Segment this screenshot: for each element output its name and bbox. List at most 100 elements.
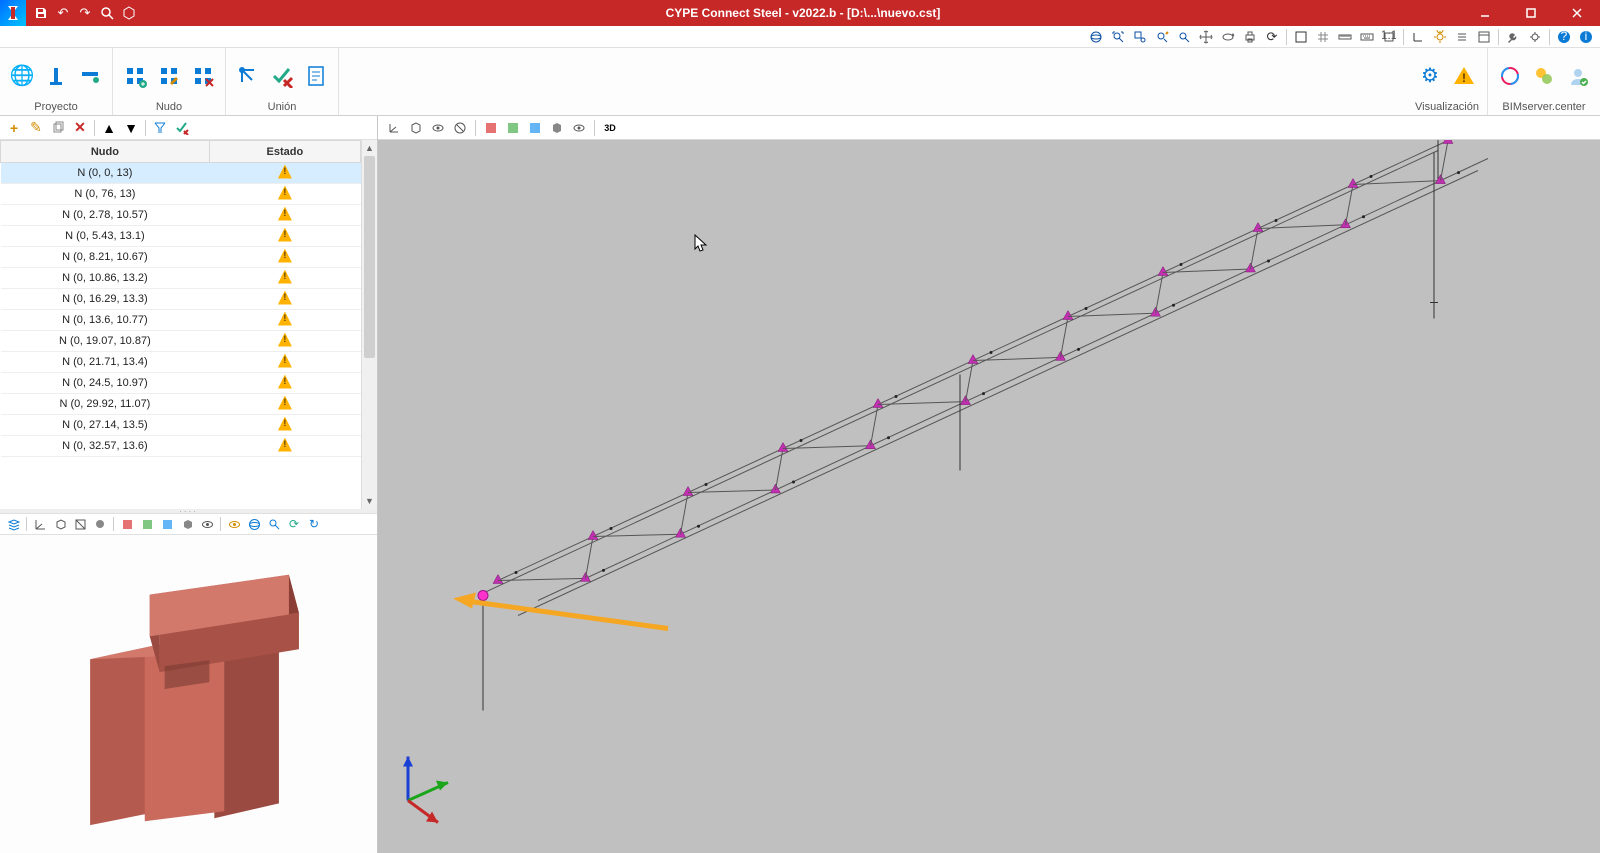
config-icon[interactable] — [1525, 28, 1545, 46]
reset-icon[interactable]: ↻ — [305, 515, 323, 533]
bim-sync-button[interactable] — [1496, 62, 1524, 90]
save-button[interactable] — [32, 4, 50, 22]
table-row[interactable]: N (0, 29.92, 11.07) — [1, 394, 361, 415]
box-button[interactable] — [120, 4, 138, 22]
panel-blue-icon[interactable] — [158, 515, 176, 533]
zoom-icon[interactable] — [225, 515, 243, 533]
scroll-up-icon[interactable]: ▲ — [362, 140, 377, 156]
panel-red-icon[interactable] — [118, 515, 136, 533]
zoom-window-icon[interactable] — [1130, 28, 1150, 46]
panel1-icon[interactable] — [481, 118, 501, 138]
pan-icon[interactable] — [1196, 28, 1216, 46]
refresh-icon[interactable]: ⟳ — [1262, 28, 1282, 46]
validate-icon[interactable] — [172, 118, 192, 138]
column-button[interactable] — [42, 62, 70, 90]
globe-button[interactable]: 🌐 — [8, 62, 36, 90]
eye2-icon[interactable] — [569, 118, 589, 138]
table-row[interactable]: N (0, 16.29, 13.3) — [1, 289, 361, 310]
table-row[interactable]: N (0, 0, 13) — [1, 163, 361, 184]
beam-button[interactable] — [76, 62, 104, 90]
report-button[interactable] — [302, 62, 330, 90]
panel-green-icon[interactable] — [138, 515, 156, 533]
quick-access-toolbar: ↶ ↷ — [26, 4, 144, 22]
wireframe-icon[interactable] — [71, 515, 89, 533]
bim-user-button[interactable] — [1564, 62, 1592, 90]
down-icon[interactable]: ▼ — [121, 118, 141, 138]
info-icon[interactable]: i — [1576, 28, 1596, 46]
orbit-icon[interactable] — [245, 515, 263, 533]
warning-icon — [278, 249, 292, 263]
table-row[interactable]: N (0, 13.6, 10.77) — [1, 310, 361, 331]
minimize-button[interactable] — [1462, 0, 1508, 26]
table-row[interactable]: N (0, 21.71, 13.4) — [1, 352, 361, 373]
orbit-icon[interactable] — [1086, 28, 1106, 46]
list-icon[interactable] — [1452, 28, 1472, 46]
col-nudo[interactable]: Nudo — [1, 141, 210, 163]
cube-icon[interactable] — [178, 515, 196, 533]
node-add-button[interactable] — [121, 62, 149, 90]
zoom-realtime-icon[interactable] — [1174, 28, 1194, 46]
filter-icon[interactable] — [150, 118, 170, 138]
warnings-button[interactable]: ! — [1450, 62, 1478, 90]
grid-icon[interactable] — [1313, 28, 1333, 46]
layers-icon[interactable] — [1474, 28, 1494, 46]
search-button[interactable] — [98, 4, 116, 22]
eye-icon[interactable] — [198, 515, 216, 533]
scroll-down-icon[interactable]: ▼ — [362, 493, 377, 509]
table-row[interactable]: N (0, 27.14, 13.5) — [1, 415, 361, 436]
table-row[interactable]: N (0, 5.43, 13.1) — [1, 226, 361, 247]
up-icon[interactable]: ▲ — [99, 118, 119, 138]
settings-button[interactable]: ⚙ — [1416, 62, 1444, 90]
sun-icon[interactable] — [1430, 28, 1450, 46]
fit-icon[interactable] — [265, 515, 283, 533]
view3d-icon[interactable]: 3D — [600, 118, 620, 138]
print-icon[interactable] — [1240, 28, 1260, 46]
table-row[interactable]: N (0, 8.21, 10.67) — [1, 247, 361, 268]
table-row[interactable]: N (0, 2.78, 10.57) — [1, 205, 361, 226]
table-row[interactable]: N (0, 76, 13) — [1, 184, 361, 205]
table-row[interactable]: N (0, 10.86, 13.2) — [1, 268, 361, 289]
axes-icon[interactable] — [384, 118, 404, 138]
copy-icon[interactable] — [48, 118, 68, 138]
col-estado[interactable]: Estado — [209, 141, 360, 163]
box-icon[interactable] — [406, 118, 426, 138]
redo-button[interactable]: ↷ — [76, 4, 94, 22]
keyboard-icon[interactable] — [1357, 28, 1377, 46]
wrench-icon[interactable] — [1503, 28, 1523, 46]
axes-icon[interactable] — [1408, 28, 1428, 46]
union-button[interactable] — [234, 62, 262, 90]
ruler-icon[interactable] — [1335, 28, 1355, 46]
preview-3d-viewport[interactable] — [0, 535, 377, 853]
shaded-icon[interactable] — [91, 515, 109, 533]
wire-icon[interactable] — [428, 118, 448, 138]
zoom-previous-icon[interactable] — [1152, 28, 1172, 46]
dimension-icon[interactable]: 1:1 — [1379, 28, 1399, 46]
shade-icon[interactable] — [450, 118, 470, 138]
layers-icon[interactable] — [4, 515, 22, 533]
table-row[interactable]: N (0, 24.5, 10.97) — [1, 373, 361, 394]
3d-scene[interactable] — [378, 140, 1600, 853]
close-button[interactable] — [1554, 0, 1600, 26]
box-icon[interactable] — [51, 515, 69, 533]
zoom-extents-icon[interactable] — [1108, 28, 1128, 46]
panel3-icon[interactable] — [525, 118, 545, 138]
check-button[interactable] — [268, 62, 296, 90]
bim-link-button[interactable] — [1530, 62, 1558, 90]
cube2-icon[interactable] — [547, 118, 567, 138]
axes-icon[interactable] — [31, 515, 49, 533]
table-scrollbar[interactable]: ▲ ▼ — [361, 140, 377, 509]
undo-button[interactable]: ↶ — [54, 4, 72, 22]
add-icon[interactable]: + — [4, 118, 24, 138]
help-icon[interactable]: ? — [1554, 28, 1574, 46]
delete-icon[interactable]: ✕ — [70, 118, 90, 138]
rotate-icon[interactable] — [1218, 28, 1238, 46]
table-row[interactable]: N (0, 19.07, 10.87) — [1, 331, 361, 352]
window-frame-icon[interactable] — [1291, 28, 1311, 46]
refresh-icon[interactable]: ⟳ — [285, 515, 303, 533]
edit-icon[interactable]: ✎ — [26, 118, 46, 138]
node-delete-button[interactable] — [189, 62, 217, 90]
maximize-button[interactable] — [1508, 0, 1554, 26]
table-row[interactable]: N (0, 32.57, 13.6) — [1, 436, 361, 457]
panel2-icon[interactable] — [503, 118, 523, 138]
node-edit-button[interactable] — [155, 62, 183, 90]
